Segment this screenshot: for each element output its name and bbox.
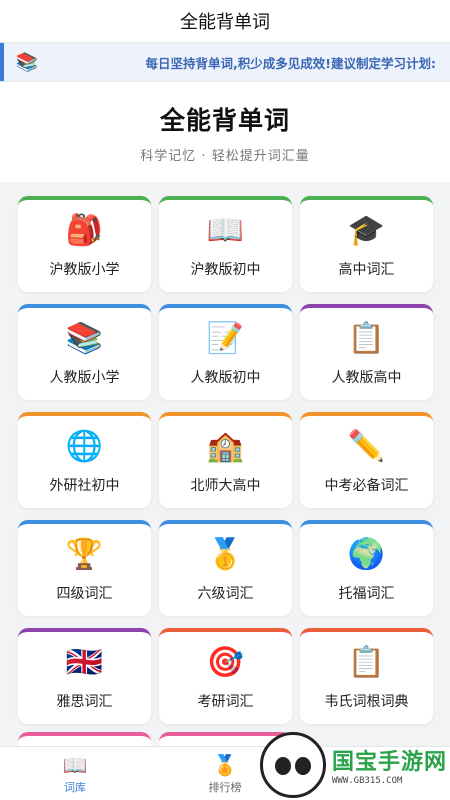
wordbook-card-label: 人教版小学: [49, 370, 120, 386]
wordbook-card[interactable]: 📋 韦氏词根词典: [300, 628, 433, 724]
medal-icon: 🥇: [206, 537, 245, 572]
tab-label: 排行榜: [208, 780, 242, 794]
school-icon: 🏫: [206, 429, 245, 464]
memo-icon: 📝: [206, 321, 245, 356]
books-icon: 📚: [15, 51, 39, 73]
wordbook-card-label: 高中词汇: [338, 262, 395, 278]
earth-icon: 🌍: [347, 537, 386, 572]
wordbook-card-label: 外研社初中: [49, 478, 120, 494]
wordbook-card[interactable]: 🌐 外研社初中: [18, 412, 151, 508]
wordbook-card[interactable]: 🎓 高中词汇: [300, 196, 433, 292]
wordbook-card-label: 考研词汇: [197, 694, 254, 710]
wordbook-card-label: 人教版高中: [331, 370, 402, 386]
globe-icon: 🌐: [65, 429, 104, 464]
wordbook-card[interactable]: 📋 人教版高中: [300, 304, 433, 400]
panda-logo-icon: [260, 732, 326, 798]
wordbook-grid: 🎒 沪教版小学 📖 沪教版初中 🎓 高中词汇 📚 人教版小学 📝 人教版初中 📋 人教版高中 🌐 外研社初…: [18, 196, 433, 724]
wordbook-card[interactable]: 🌍 托福词汇: [300, 520, 433, 616]
wordbook-card[interactable]: 🏫 北师大高中: [159, 412, 292, 508]
banner-text: 每日坚持背单词,积少成多见成效!建议制定学习计划:: [145, 55, 436, 71]
hero-subtitle: 科学记忆 · 轻松提升词汇量: [140, 148, 310, 164]
wordbook-card-label: 四级词汇: [56, 586, 113, 602]
hero-section: 全能背单词 科学记忆 · 轻松提升词汇量: [0, 82, 450, 182]
graduation-cap-icon: 🎓: [347, 213, 386, 248]
wordbook-card-label: 雅思词汇: [56, 694, 113, 710]
tab-wordbank[interactable]: 📖 词库: [0, 747, 150, 800]
wordbook-card[interactable]: ✏️ 中考必备词汇: [300, 412, 433, 508]
wordbook-card-label: 韦氏词根词典: [324, 694, 409, 710]
backpack-icon: 🎒: [65, 213, 104, 248]
open-book-icon: 📖: [206, 213, 245, 248]
tip-banner: 📚 每日坚持背单词,积少成多见成效!建议制定学习计划:: [0, 42, 450, 82]
tab-label: 词库: [64, 780, 86, 794]
wordbook-card-label: 六级词汇: [197, 586, 254, 602]
watermark-sub: WWW.GB315.COM: [332, 776, 403, 786]
wordbook-card[interactable]: 🏆 四级词汇: [18, 520, 151, 616]
banner-accent-bar: [0, 43, 4, 81]
wordbook-card-label: 中考必备词汇: [324, 478, 409, 494]
wordbook-card[interactable]: 📝 人教版初中: [159, 304, 292, 400]
podium-icon: 🏅: [212, 752, 238, 777]
wordbook-card[interactable]: 🇬🇧 雅思词汇: [18, 628, 151, 724]
wordbook-card-label: 人教版初中: [190, 370, 261, 386]
wordbook-card[interactable]: 🎯 考研词汇: [159, 628, 292, 724]
book-icon: 📖: [62, 752, 88, 777]
hero-title: 全能背单词: [159, 105, 290, 135]
watermark-main: 国宝手游网: [332, 750, 448, 775]
wordbook-card-label: 托福词汇: [338, 586, 395, 602]
trophy-icon: 🏆: [65, 537, 104, 572]
clipboard-icon: 📋: [347, 321, 386, 356]
app-title: 全能背单词: [0, 0, 450, 42]
wordbook-card[interactable]: 🎒 沪教版小学: [18, 196, 151, 292]
wordbook-card[interactable]: 📚 人教版小学: [18, 304, 151, 400]
wordbook-card[interactable]: 🥇 六级词汇: [159, 520, 292, 616]
clipboard-icon: 📋: [347, 645, 386, 680]
books-icon: 📚: [65, 321, 104, 356]
uk-flag-icon: 🇬🇧: [65, 645, 104, 680]
wordbook-card[interactable]: 📖 沪教版初中: [159, 196, 292, 292]
wordbook-card-label: 沪教版小学: [49, 262, 120, 278]
site-watermark: 国宝手游网 WWW.GB315.COM: [260, 730, 450, 800]
wordbook-card-label: 沪教版初中: [190, 262, 261, 278]
wordbook-card-label: 北师大高中: [190, 478, 261, 494]
pencil-icon: ✏️: [347, 429, 386, 464]
target-icon: 🎯: [206, 645, 245, 680]
